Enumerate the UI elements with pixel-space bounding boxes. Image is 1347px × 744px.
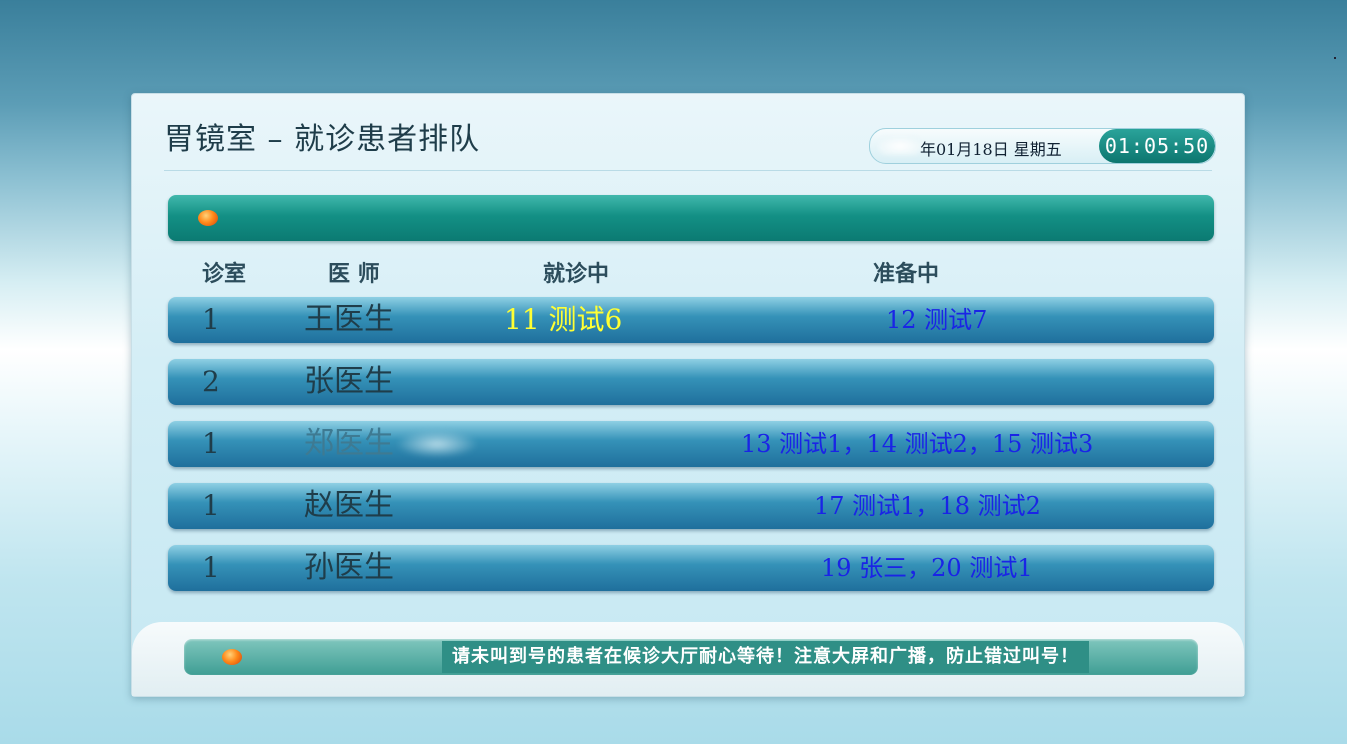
blurred-region: [398, 431, 476, 457]
row-waiting-patients: 17 测试1，18 测试2: [814, 492, 1041, 520]
notice-bar: 请未叫到号的患者在候诊大厅耐心等待！注意大屏和广播，防止错过叫号！: [184, 639, 1198, 675]
row-doctor: 王医生: [304, 302, 394, 337]
col-header-waiting: 准备中: [873, 262, 940, 287]
row-doctor: 张医生: [304, 364, 394, 399]
col-header-room: 诊室: [202, 262, 247, 287]
row-room: 1: [202, 489, 220, 522]
row-waiting-patients: 12 测试7: [886, 306, 988, 334]
col-header-current: 就诊中: [543, 262, 610, 287]
notice-text: 请未叫到号的患者在候诊大厅耐心等待！注意大屏和广播，防止错过叫号！: [442, 641, 1089, 673]
row-room: 1: [202, 427, 220, 460]
row-room: 1: [202, 551, 220, 584]
row-room: 2: [202, 365, 220, 398]
date-year-blur: [878, 137, 922, 155]
queue-row: 2 张医生: [168, 359, 1214, 405]
title-divider: [164, 170, 1212, 171]
queue-row: 1 郑医生 13 测试1，14 测试2，15 测试3: [168, 421, 1214, 467]
row-doctor: 赵医生: [304, 488, 394, 523]
row-current-patient: 11 测试6: [504, 303, 623, 336]
date-text: 年01月18日 星期五: [920, 140, 1062, 159]
date-time-box: 年01月18日 星期五 01:05:50: [869, 128, 1216, 164]
row-doctor: 孙医生: [304, 550, 394, 585]
page-title: 胃镜室 – 就诊患者排队: [164, 122, 481, 157]
orange-dot-icon: [198, 210, 218, 226]
col-header-doctor: 医 师: [328, 262, 380, 287]
corner-mark: [1334, 57, 1336, 59]
row-doctor: 郑医生: [304, 426, 394, 461]
queue-row: 1 孙医生 19 张三，20 测试1: [168, 545, 1214, 591]
row-waiting-patients: 13 测试1，14 测试2，15 测试3: [741, 430, 1094, 458]
queue-panel: 胃镜室 – 就诊患者排队 年01月18日 星期五 01:05:50 诊室 医 师…: [131, 93, 1245, 697]
column-headers: 诊室 医 师 就诊中 准备中: [168, 256, 1214, 287]
queue-row: 1 王医生 11 测试6 12 测试7: [168, 297, 1214, 343]
row-room: 1: [202, 303, 220, 336]
row-waiting-patients: 19 张三，20 测试1: [821, 554, 1033, 582]
clock: 01:05:50: [1099, 129, 1215, 163]
queue-row: 1 赵医生 17 测试1，18 测试2: [168, 483, 1214, 529]
orange-dot-icon: [222, 649, 242, 665]
header-banner: [168, 195, 1214, 241]
